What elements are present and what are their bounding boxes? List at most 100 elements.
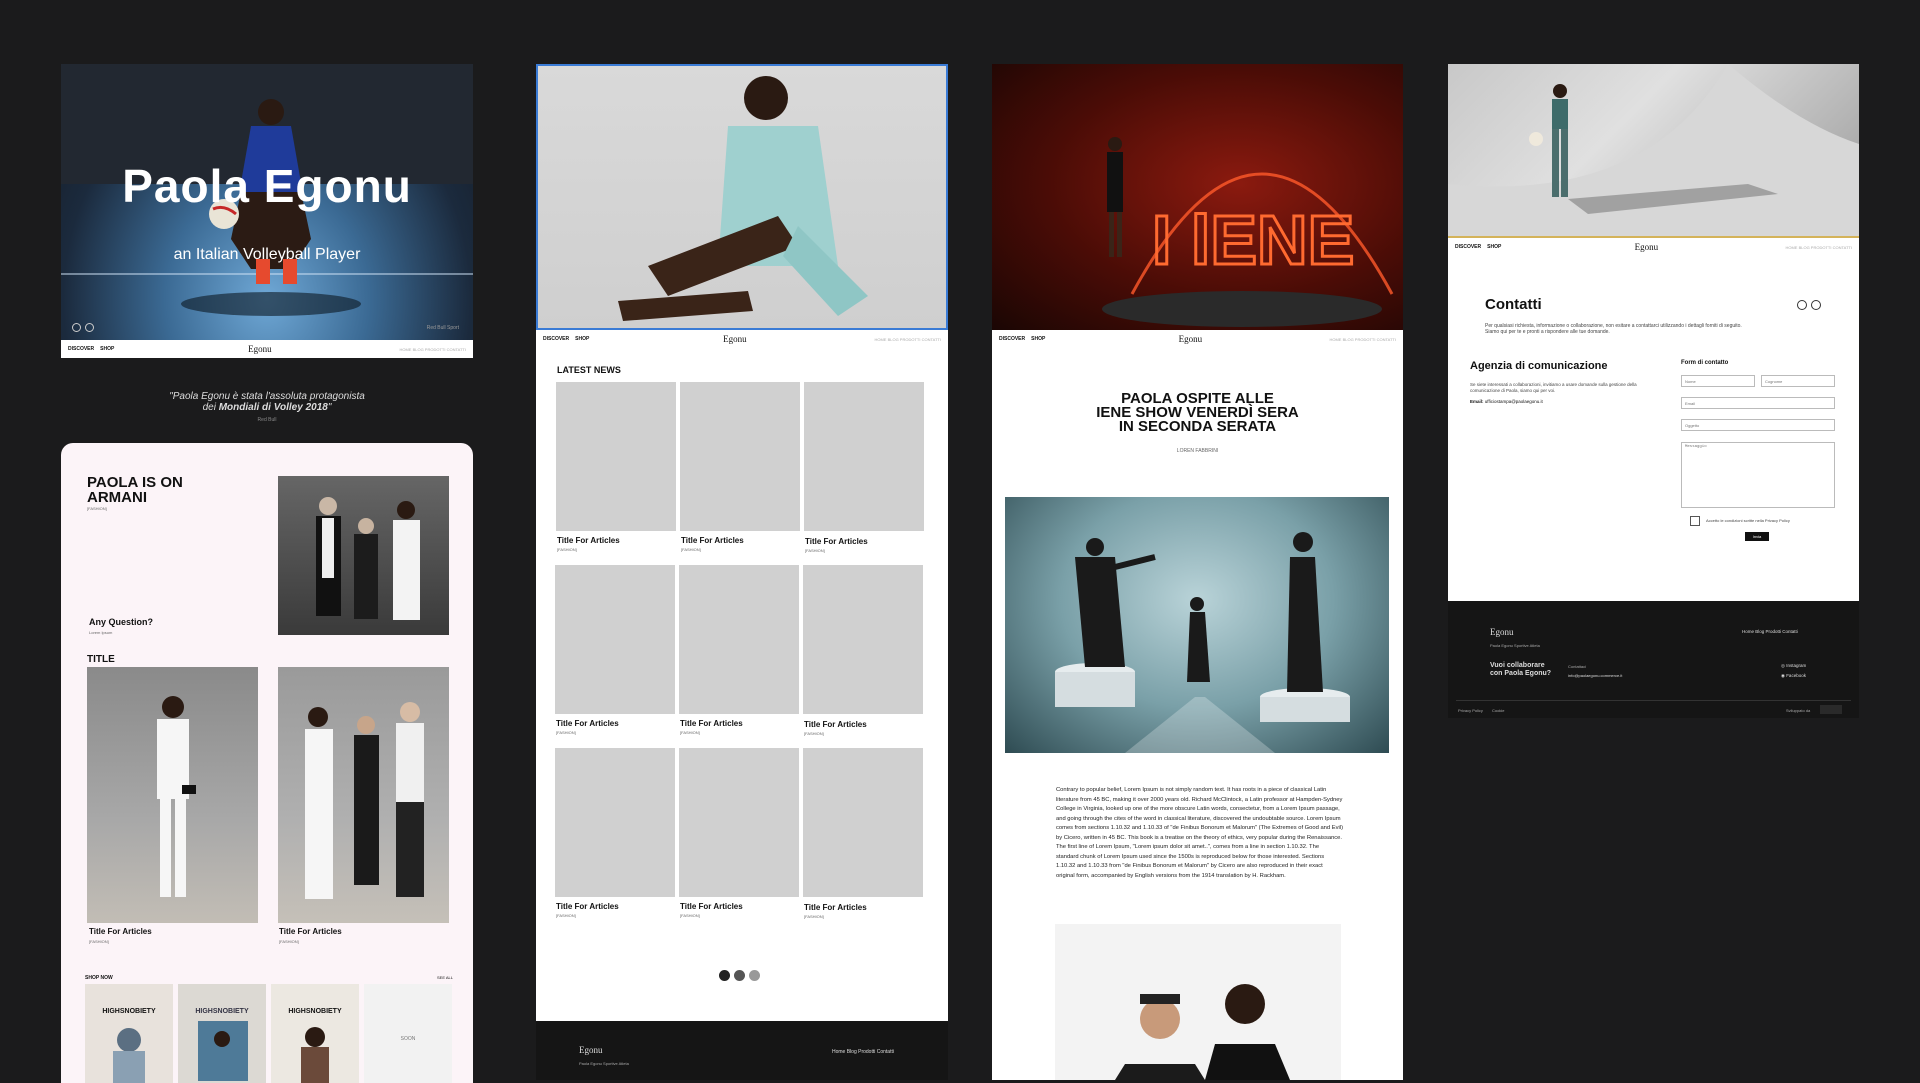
news-card-image[interactable] bbox=[680, 382, 800, 531]
armani-photo[interactable] bbox=[278, 476, 449, 635]
developed-by: Sviluppato da bbox=[1786, 708, 1811, 713]
news-card-image[interactable] bbox=[556, 382, 676, 531]
facebook-link[interactable]: ◉ Facebook bbox=[1781, 673, 1806, 679]
news-card-title[interactable]: Title For Articles bbox=[556, 902, 619, 911]
instagram-link[interactable]: ◎ Instagram bbox=[1781, 663, 1806, 669]
name-field[interactable] bbox=[1681, 375, 1755, 387]
news-hero-image bbox=[536, 64, 948, 330]
section-title: TITLE bbox=[87, 654, 115, 665]
privacy-checkbox[interactable] bbox=[1690, 516, 1700, 526]
news-card-title[interactable]: Title For Articles bbox=[805, 537, 868, 546]
page-dot-2[interactable] bbox=[734, 970, 745, 981]
news-card-image[interactable] bbox=[555, 565, 675, 714]
news-card-image[interactable] bbox=[804, 382, 924, 531]
send-button[interactable]: Invia bbox=[1745, 532, 1769, 541]
nav-logo-4[interactable]: Egonu bbox=[1635, 242, 1659, 252]
subject-field[interactable] bbox=[1681, 419, 1835, 431]
nav-bar-2: DISCOVER SHOP Egonu HOME BLOG PRODOTTI CO… bbox=[536, 330, 948, 348]
news-card-title[interactable]: Title For Articles bbox=[680, 719, 743, 728]
news-card-tag: [FASHION] bbox=[556, 730, 576, 735]
email-value[interactable]: ufficiostampa@paolaegonu.it bbox=[1485, 399, 1543, 404]
facebook-icon[interactable] bbox=[1797, 300, 1807, 310]
news-card-tag: [FASHION] bbox=[805, 548, 825, 553]
footer-sub-4: Paola Egonu Sportive Atleta bbox=[1490, 643, 1540, 648]
contact-hero-image bbox=[1448, 64, 1859, 236]
news-card-title[interactable]: Title For Articles bbox=[680, 902, 743, 911]
news-card-title[interactable]: Title For Articles bbox=[804, 903, 867, 912]
nav-logo[interactable]: Egonu bbox=[248, 344, 272, 354]
instagram-icon[interactable] bbox=[1811, 300, 1821, 310]
page-dot-3[interactable] bbox=[749, 970, 760, 981]
news-card-title[interactable]: Title For Articles bbox=[557, 536, 620, 545]
news-card-title[interactable]: Title For Articles bbox=[804, 720, 867, 729]
message-field[interactable] bbox=[1681, 442, 1835, 508]
social-icons bbox=[72, 323, 94, 332]
nav-shop[interactable]: SHOP bbox=[100, 346, 114, 352]
news-card-image[interactable] bbox=[803, 565, 923, 714]
nav-shop-2[interactable]: SHOP bbox=[575, 336, 589, 342]
nav-shop-3[interactable]: SHOP bbox=[1031, 336, 1045, 342]
quote-highlight: Mondiali di Volley 2018 bbox=[218, 402, 328, 413]
hero-image: Paola Egonu an Italian Volleyball Player… bbox=[61, 64, 473, 340]
footer-logo-4[interactable]: Egonu bbox=[1490, 627, 1514, 637]
news-card-image[interactable] bbox=[679, 565, 799, 714]
collab-line-2: con Paola Egonu? bbox=[1490, 670, 1552, 677]
news-card-image[interactable] bbox=[679, 748, 799, 897]
news-card-title[interactable]: Title For Articles bbox=[556, 719, 619, 728]
contact-email[interactable]: info@paolaegonu.commerce.it bbox=[1568, 673, 1622, 678]
nav-discover-2[interactable]: DISCOVER bbox=[543, 336, 569, 342]
nav-right-links[interactable]: HOME BLOG PRODOTTI CONTATTI bbox=[399, 347, 466, 352]
shop-item-soon: SOON bbox=[364, 984, 452, 1083]
mag-3-cover bbox=[301, 1027, 329, 1083]
shop-see-all[interactable]: SEE ALL bbox=[437, 975, 453, 980]
article-headline: PAOLA OSPITE ALLE IENE SHOW VENERDÌ SERA… bbox=[992, 391, 1403, 434]
article-photo-2[interactable] bbox=[278, 667, 449, 923]
article-1-title[interactable]: Title For Articles bbox=[89, 927, 152, 936]
instagram-icon[interactable] bbox=[85, 323, 94, 332]
shop-item-1[interactable]: HIGHSNOBIETY bbox=[85, 984, 173, 1083]
nav-discover-3[interactable]: DISCOVER bbox=[999, 336, 1025, 342]
email-label: Email: bbox=[1470, 399, 1484, 404]
nav-right-links-3[interactable]: HOME BLOG PRODOTTI CONTATTI bbox=[1329, 337, 1396, 342]
developer-logo[interactable] bbox=[1820, 705, 1842, 714]
person-white-suit bbox=[157, 696, 196, 897]
nav-right-links-2[interactable]: HOME BLOG PRODOTTI CONTATTI bbox=[874, 337, 941, 342]
article-2-title[interactable]: Title For Articles bbox=[279, 927, 342, 936]
article-photo-1[interactable] bbox=[87, 667, 258, 923]
shop-soon-label: SOON bbox=[400, 1036, 416, 1042]
news-card-image[interactable] bbox=[803, 748, 923, 897]
cookie-link[interactable]: Cookie bbox=[1492, 708, 1504, 713]
footer-links-4[interactable]: Home Blog Prodotti Contatti bbox=[1742, 629, 1798, 634]
nav-discover-4[interactable]: DISCOVER bbox=[1455, 244, 1481, 250]
nav-shop-4[interactable]: SHOP bbox=[1487, 244, 1501, 250]
collab-line-1: Vuoi collaborare bbox=[1490, 662, 1545, 669]
footer-logo[interactable]: Egonu bbox=[579, 1045, 603, 1055]
contact-footer: Egonu Paola Egonu Sportive Atleta Home B… bbox=[1448, 601, 1859, 718]
footer-links[interactable]: Home Blog Prodotti Contatti bbox=[832, 1049, 894, 1055]
latest-news-title: LATEST NEWS bbox=[557, 365, 621, 375]
seated-model bbox=[618, 76, 868, 321]
shop-item-3[interactable]: HIGHSNOBIETY bbox=[271, 984, 359, 1083]
article-byline: LOREN FABBRINI bbox=[1176, 448, 1219, 454]
article-body: Contrary to popular belief, Lorem Ipsum … bbox=[1056, 787, 1344, 879]
privacy-link[interactable]: Privacy Policy bbox=[1458, 708, 1483, 713]
facebook-icon[interactable] bbox=[72, 323, 81, 332]
article-main-image bbox=[1005, 497, 1389, 753]
armani-title: PAOLA IS ON ARMANI bbox=[87, 474, 183, 506]
news-card-title[interactable]: Title For Articles bbox=[681, 536, 744, 545]
instagram-label: Instagram bbox=[1786, 663, 1807, 668]
mag-2-title: HIGHSNOBIETY bbox=[195, 1008, 249, 1015]
svg-text:I lENE: I lENE bbox=[1152, 201, 1354, 279]
pagination-dots bbox=[719, 970, 760, 981]
email-field[interactable] bbox=[1681, 397, 1835, 409]
nav-discover[interactable]: DISCOVER bbox=[68, 346, 94, 352]
nav-logo-2[interactable]: Egonu bbox=[723, 334, 747, 344]
surname-field[interactable] bbox=[1761, 375, 1835, 387]
page-dot-1[interactable] bbox=[719, 970, 730, 981]
nav-right-links-4[interactable]: HOME BLOG PRODOTTI CONTATTI bbox=[1785, 245, 1852, 250]
nav-logo-3[interactable]: Egonu bbox=[1179, 334, 1203, 344]
shop-item-2[interactable]: HIGHSNOBIETY bbox=[178, 984, 266, 1083]
form-title: Form di contatto bbox=[1681, 360, 1729, 366]
panel-news: DISCOVER SHOP Egonu HOME BLOG PRODOTTI CO… bbox=[536, 64, 948, 1080]
news-card-image[interactable] bbox=[555, 748, 675, 897]
